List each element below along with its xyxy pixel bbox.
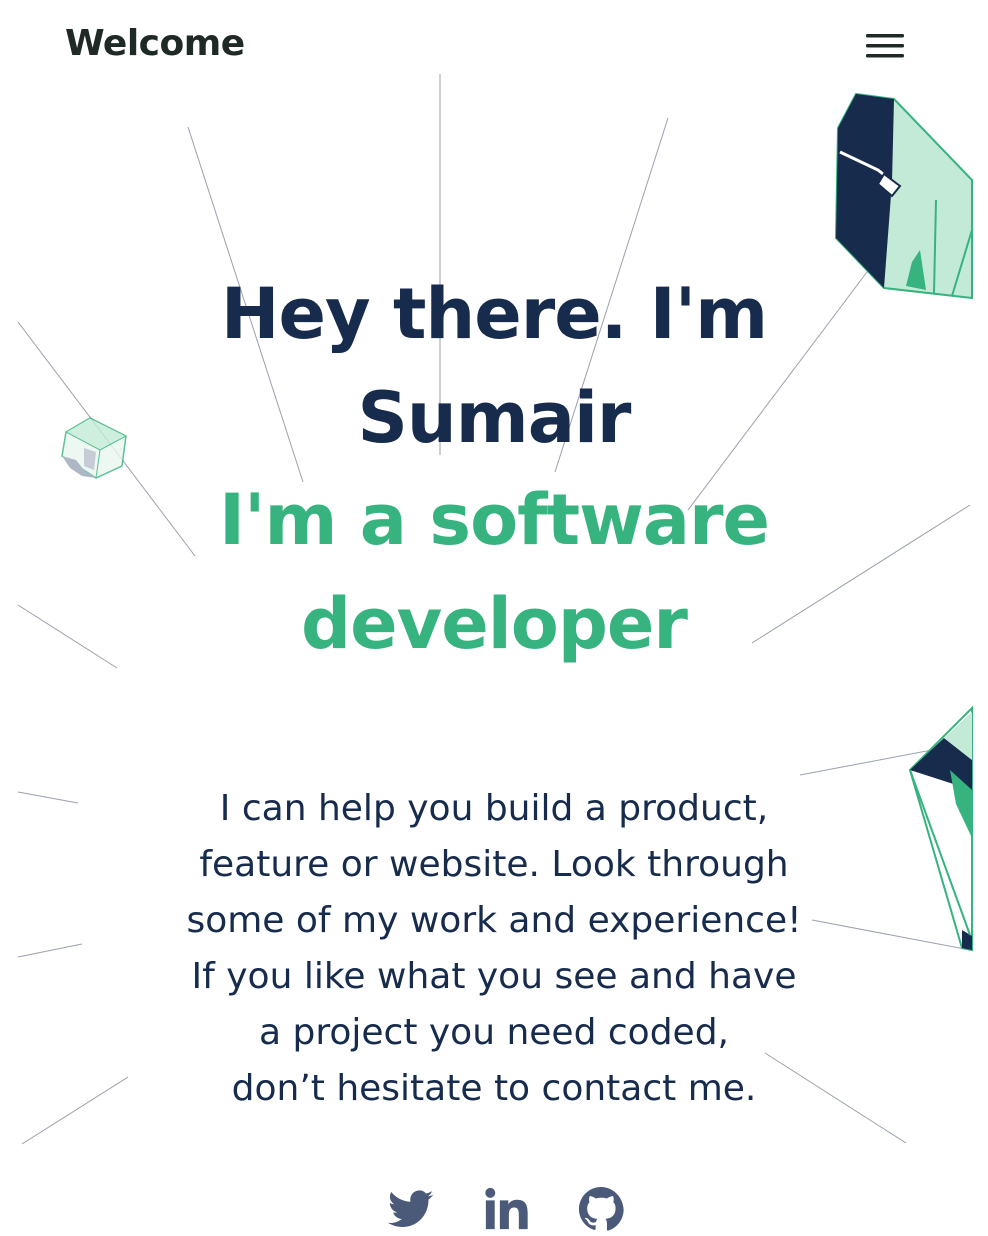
hero-title: Hey there. I'm Sumair: [100, 262, 888, 470]
hero-title-line: Hey there. I'm: [220, 273, 768, 355]
site-brand[interactable]: Welcome: [65, 20, 245, 68]
twitter-link[interactable]: [388, 1186, 436, 1234]
twitter-icon: [388, 1190, 434, 1228]
linkedin-icon: [485, 1187, 528, 1230]
hero-title-line: Sumair: [357, 377, 632, 459]
ray-line: [21, 1076, 129, 1145]
ray-line: [17, 943, 83, 958]
intro-line: a project you need coded,: [258, 1012, 729, 1053]
page: Welcome Hey there. I'm Sumair I'm a soft…: [0, 0, 988, 1236]
ray-line: [17, 791, 79, 804]
hero-subtitle-line: I'm a software: [219, 479, 770, 561]
github-link[interactable]: [578, 1186, 626, 1234]
gem-shape-right: [908, 705, 973, 952]
hamburger-menu-icon: [866, 34, 904, 58]
intro-line: I can help you build a product,: [219, 788, 769, 829]
github-icon: [578, 1186, 624, 1231]
hero-subtitle: I'm a software developer: [100, 468, 888, 676]
menu-button[interactable]: [860, 26, 908, 66]
hero-subtitle-line: developer: [301, 583, 688, 665]
intro-line: don’t hesitate to contact me.: [231, 1068, 757, 1109]
social-links: [0, 1180, 988, 1236]
intro-line: some of my work and experience!: [186, 900, 802, 941]
header: Welcome: [0, 0, 988, 90]
linkedin-link[interactable]: [483, 1186, 531, 1234]
intro-line: If you like what you see and have: [191, 956, 797, 997]
intro-paragraph: I can help you build a product, feature …: [150, 781, 838, 1117]
intro-line: feature or website. Look through: [199, 844, 789, 885]
